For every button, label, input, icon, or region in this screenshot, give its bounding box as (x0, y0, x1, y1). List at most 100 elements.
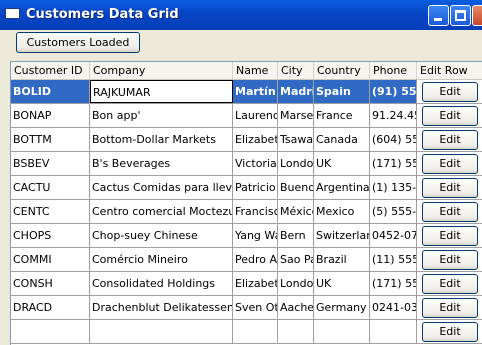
cell-customer-id[interactable]: BSBEV (11, 152, 90, 175)
maximize-button[interactable] (450, 5, 471, 26)
table-row[interactable]: BOTTMBottom-Dollar MarketsElizabethTsawa… (11, 128, 482, 152)
cell-name[interactable]: Francisco (233, 200, 278, 223)
cell-company[interactable]: Comércio Mineiro (90, 248, 233, 271)
cell-city[interactable]: Bern (278, 224, 314, 247)
edit-row-button[interactable]: Edit (422, 130, 478, 150)
cell-name[interactable]: Elizabeth (233, 272, 278, 295)
edit-row-button[interactable]: Edit (422, 202, 478, 222)
cell-phone[interactable]: (171) 55 (370, 152, 417, 175)
cell-city[interactable]: Tsawa (278, 128, 314, 151)
table-row[interactable]: CHOPS Chop-suey Chinese Yang Wa Bern Switzer… (11, 224, 482, 248)
cell-customer-id[interactable]: CENTC (11, 200, 90, 223)
cell-city[interactable]: Madrid (278, 80, 314, 103)
cell-country[interactable]: UK (314, 272, 370, 295)
cell-company[interactable]: RAJKUMAR (90, 80, 233, 103)
cell-name[interactable]: Martín S (233, 80, 278, 103)
cell-customer-id[interactable]: DRACD (11, 296, 90, 319)
customers-data-grid[interactable]: Customer ID Company Name City Country Phone Ed… (10, 61, 482, 345)
cell-country[interactable]: Switzerland (314, 224, 370, 247)
cell-country[interactable]: Mexico (314, 200, 370, 223)
cell-customer-id[interactable]: BONAP (11, 104, 90, 127)
title-bar[interactable]: Customers Data Grid (0, 0, 482, 30)
cell-phone[interactable]: (1) 135- (370, 176, 417, 199)
cell-country[interactable]: Canada (314, 128, 370, 151)
customers-loaded-button[interactable]: Customers Loaded (16, 32, 140, 53)
column-header-company[interactable]: Company (90, 62, 233, 79)
cell-country[interactable]: Brazil (314, 248, 370, 271)
table-row[interactable]: BOLIDRAJKUMARMartín SMadridSpain(91) 555… (11, 80, 482, 104)
cell-name[interactable]: Laurence (233, 104, 278, 127)
table-row[interactable]: CENTCCentro comercial MoctezumaFrancisco… (11, 200, 482, 224)
edit-row-button[interactable]: Edit (422, 250, 478, 270)
table-row[interactable]: Edit (11, 320, 482, 344)
edit-row-button[interactable]: Edit (422, 298, 478, 318)
table-row[interactable]: BSBEV B's Beverages Victoria Londo UK (171) 5… (11, 152, 482, 176)
cell-customer-id[interactable]: CACTU (11, 176, 90, 199)
edit-row-button[interactable]: Edit (422, 226, 478, 246)
cell-city[interactable]: Londo (278, 152, 314, 175)
column-header-name[interactable]: Name (233, 62, 278, 79)
cell-company[interactable]: Bottom-Dollar Markets (90, 128, 233, 151)
cell-city[interactable]: Sao Pa (278, 248, 314, 271)
close-button[interactable] (472, 5, 482, 26)
table-row[interactable]: DRACDDrachenblut DelikatessenSven OttAac… (11, 296, 482, 320)
cell-phone[interactable]: (604) 55 (370, 128, 417, 151)
cell-company[interactable]: Bon app' (90, 104, 233, 127)
cell-customer-id[interactable]: CONSH (11, 272, 90, 295)
cell-phone[interactable]: (91) 555 (370, 80, 417, 103)
cell-company[interactable]: B's Beverages (90, 152, 233, 175)
column-header-country[interactable]: Country (314, 62, 370, 79)
cell-phone[interactable] (370, 320, 417, 343)
edit-row-button[interactable]: Edit (422, 178, 478, 198)
cell-name[interactable]: Elizabeth (233, 128, 278, 151)
cell-company[interactable]: Drachenblut Delikatessen (90, 296, 233, 319)
table-row[interactable]: CACTU Cactus Comidas para llevar Patricio B… (11, 176, 482, 200)
cell-city[interactable]: Marse (278, 104, 314, 127)
cell-city[interactable]: Bueno (278, 176, 314, 199)
cell-city[interactable] (278, 320, 314, 343)
cell-customer-id[interactable]: BOTTM (11, 128, 90, 151)
cell-company[interactable] (90, 320, 233, 343)
edit-row-button[interactable]: Edit (422, 82, 478, 102)
table-row[interactable]: COMMI Comércio Mineiro Pedro Af Sao Pa Brazi… (11, 248, 482, 272)
cell-phone[interactable]: 91.24.45 (370, 104, 417, 127)
cell-company[interactable]: Consolidated Holdings (90, 272, 233, 295)
table-row[interactable]: CONSHConsolidated HoldingsElizabethLondo… (11, 272, 482, 296)
cell-name[interactable]: Yang Wa (233, 224, 278, 247)
cell-name[interactable]: Victoria (233, 152, 278, 175)
edit-row-button[interactable]: Edit (422, 106, 478, 126)
cell-name[interactable]: Sven Ott (233, 296, 278, 319)
cell-phone[interactable]: 0452-07 (370, 224, 417, 247)
cell-name[interactable]: Patricio (233, 176, 278, 199)
column-header-customer-id[interactable]: Customer ID (11, 62, 90, 79)
cell-city[interactable]: Aache (278, 296, 314, 319)
cell-country[interactable] (314, 320, 370, 343)
column-header-phone[interactable]: Phone (370, 62, 417, 79)
cell-name[interactable]: Pedro Af (233, 248, 278, 271)
cell-country[interactable]: Argentina (314, 176, 370, 199)
cell-country[interactable]: Germany (314, 296, 370, 319)
cell-city[interactable]: México (278, 200, 314, 223)
minimize-button[interactable] (428, 5, 449, 26)
cell-country[interactable]: Spain (314, 80, 370, 103)
cell-customer-id[interactable] (11, 320, 90, 343)
cell-country[interactable]: UK (314, 152, 370, 175)
cell-company[interactable]: Centro comercial Moctezuma (90, 200, 233, 223)
cell-phone[interactable]: (171) 55 (370, 272, 417, 295)
cell-city[interactable]: Londo (278, 272, 314, 295)
edit-row-button[interactable]: Edit (422, 154, 478, 174)
column-header-edit-row[interactable]: Edit Row (417, 62, 482, 79)
table-row[interactable]: BONAPBon app'LaurenceMarseFrance91.24.45… (11, 104, 482, 128)
cell-phone[interactable]: (11) 555 (370, 248, 417, 271)
cell-phone[interactable]: 0241-03 (370, 296, 417, 319)
cell-company[interactable]: Cactus Comidas para llevar (90, 176, 233, 199)
edit-row-button[interactable]: Edit (422, 274, 478, 294)
cell-name[interactable] (233, 320, 278, 343)
cell-customer-id[interactable]: COMMI (11, 248, 90, 271)
cell-country[interactable]: France (314, 104, 370, 127)
cell-customer-id[interactable]: CHOPS (11, 224, 90, 247)
cell-customer-id[interactable]: BOLID (11, 80, 90, 103)
cell-phone[interactable]: (5) 555- (370, 200, 417, 223)
cell-company[interactable]: Chop-suey Chinese (90, 224, 233, 247)
edit-row-button[interactable]: Edit (422, 322, 478, 342)
